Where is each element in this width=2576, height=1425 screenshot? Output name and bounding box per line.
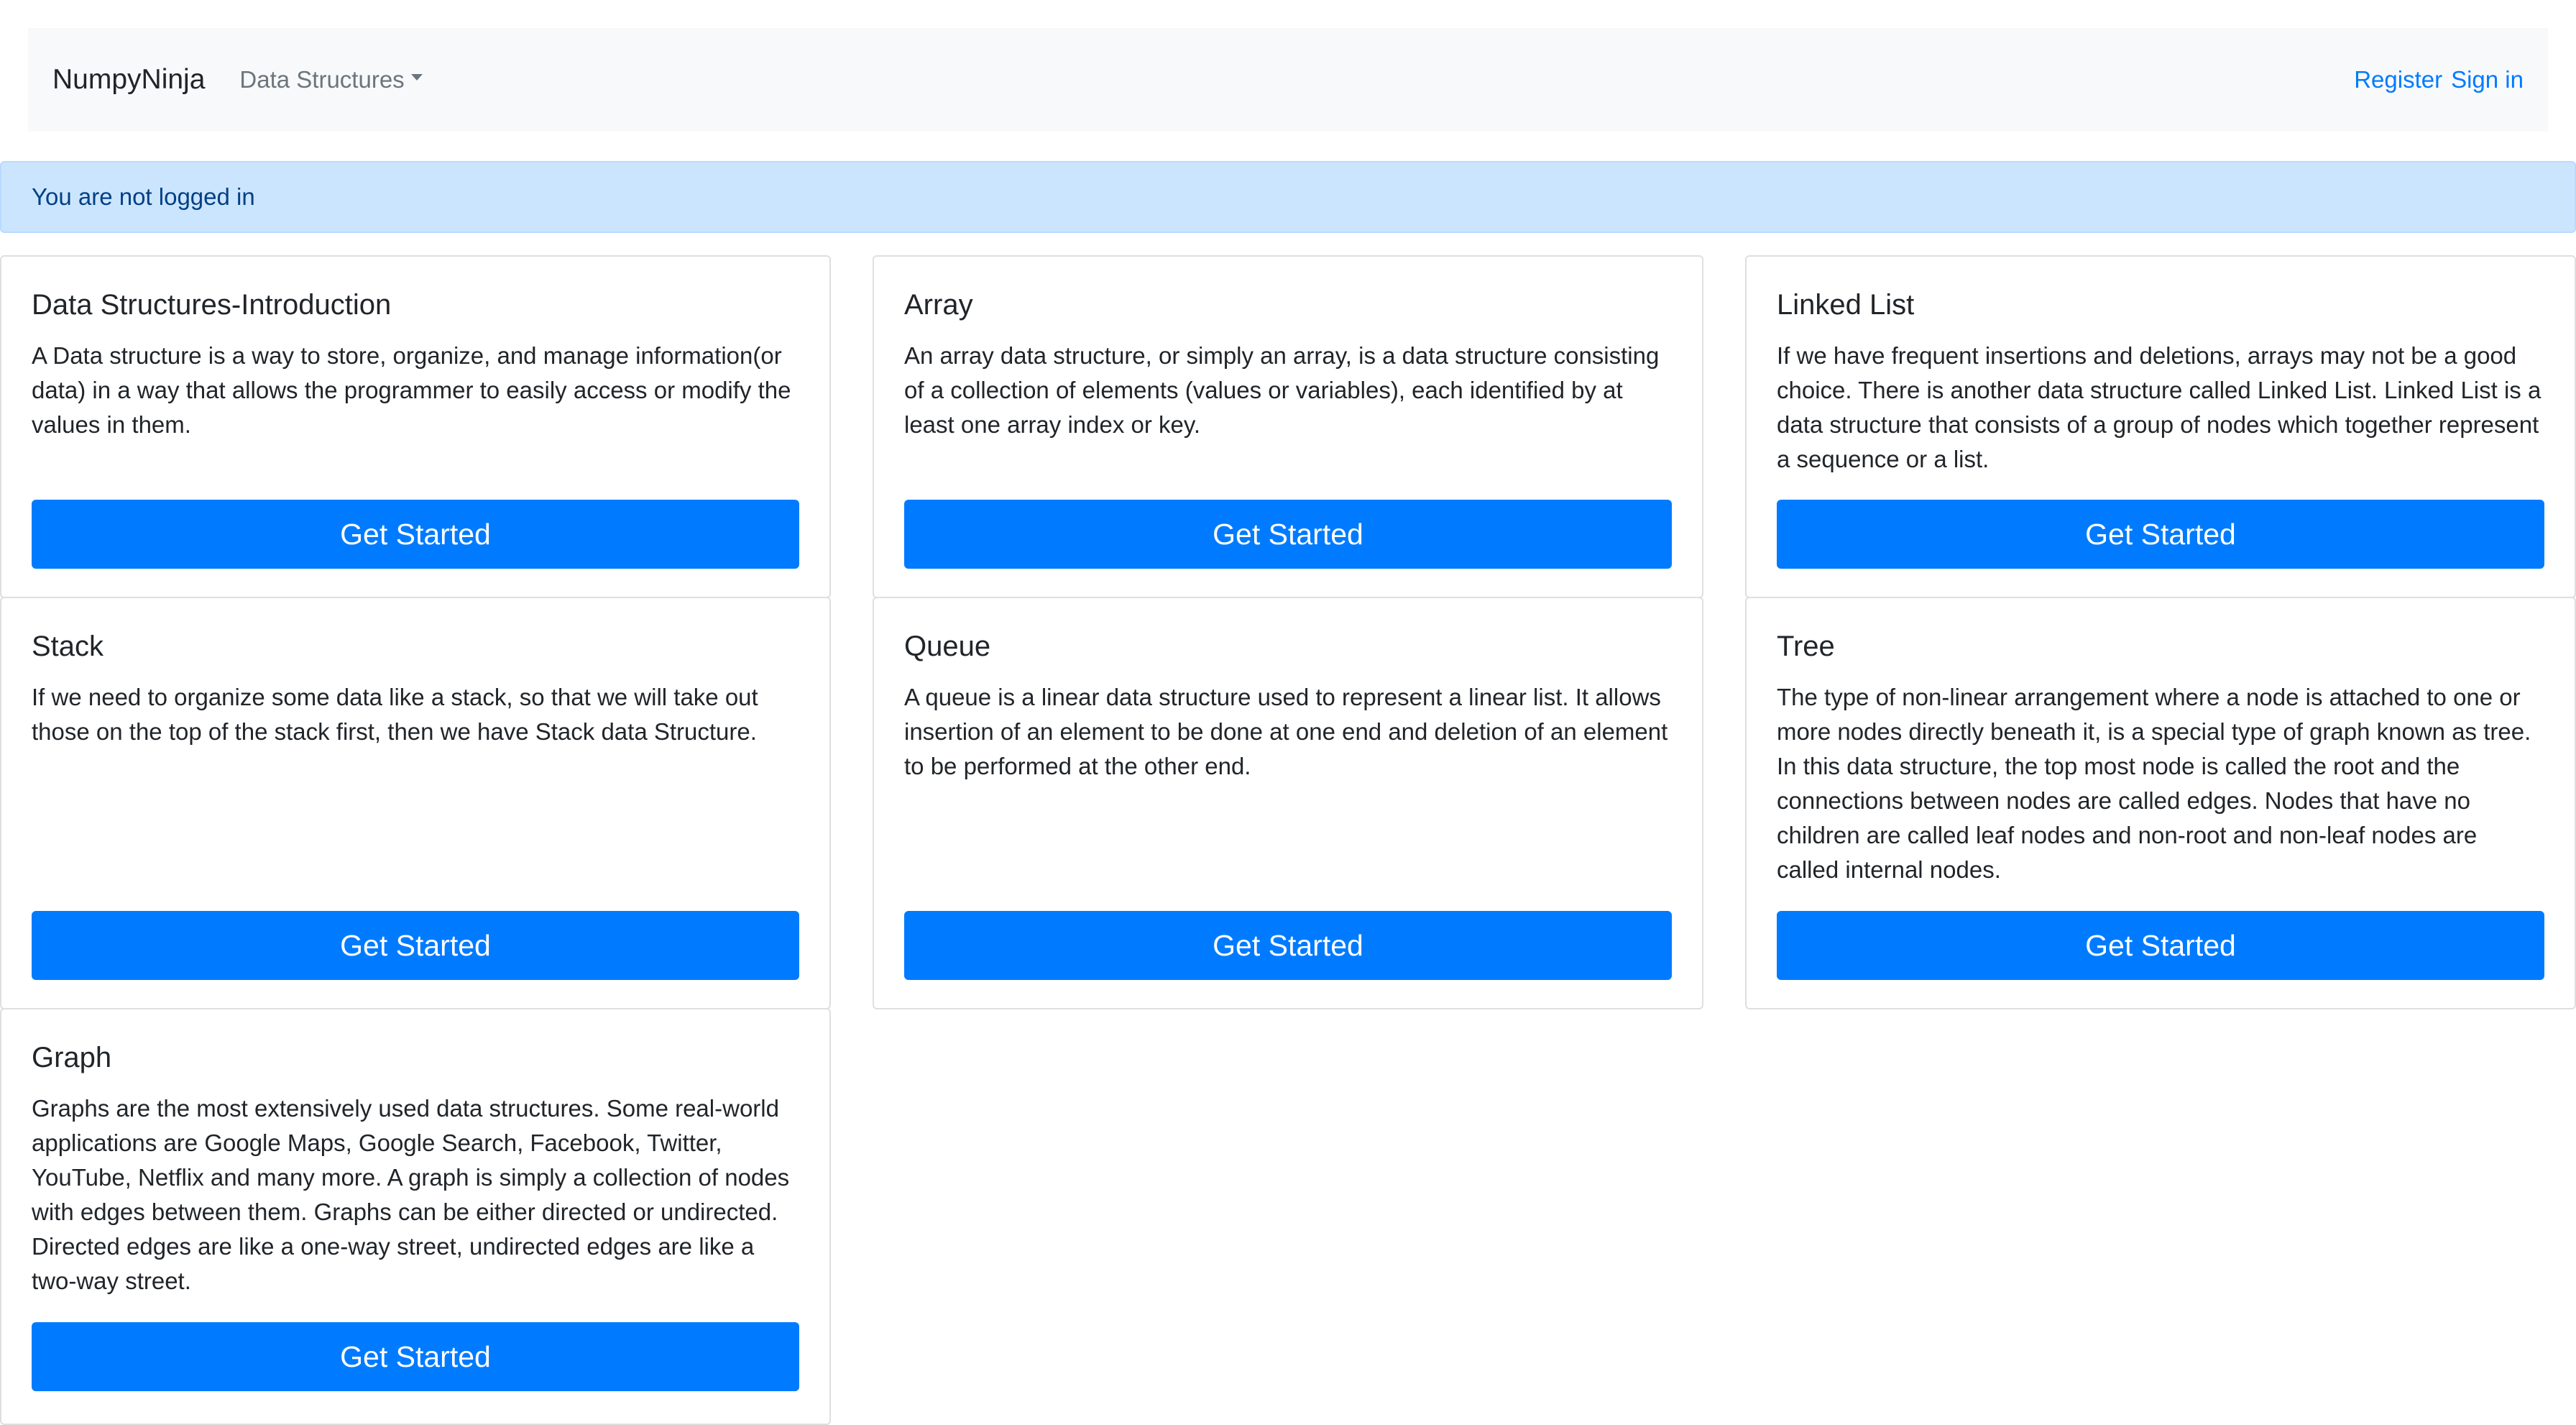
navbar: NumpyNinja Data Structures Register Sign… [28,28,2548,132]
card-linked-list: Linked List If we have frequent insertio… [1745,255,2576,598]
signin-link[interactable]: Sign in [2451,66,2524,93]
auth-links: Register Sign in [2354,66,2524,93]
card-tree: Tree The type of non-linear arrangement … [1745,597,2576,1009]
card-title: Tree [1777,631,1835,662]
alert-text: You are not logged in [32,183,255,210]
get-started-button[interactable]: Get Started [1777,500,2544,569]
get-started-button[interactable]: Get Started [32,500,799,569]
card-text: If we need to organize some data like a … [32,684,758,745]
get-started-button[interactable]: Get Started [904,911,1672,980]
register-link[interactable]: Register [2354,66,2442,93]
card-title: Array [904,289,973,321]
card-queue: Queue A queue is a linear data structure… [873,597,1703,1009]
card-text: An array data structure, or simply an ar… [904,342,1660,438]
card-graph: Graph Graphs are the most extensively us… [0,1008,831,1425]
card-text: The type of non-linear arrangement where… [1777,684,2531,883]
get-started-button[interactable]: Get Started [904,500,1672,569]
card-title: Graph [32,1042,112,1073]
card-text: A queue is a linear data structure used … [904,684,1668,779]
card-title: Data Structures-Introduction [32,289,392,321]
card-data-structures-introduction: Data Structures-Introduction A Data stru… [0,255,831,598]
card-title: Linked List [1777,289,1915,321]
card-stack: Stack If we need to organize some data l… [0,597,831,1009]
login-status-alert: You are not logged in [0,161,2576,233]
dropdown-label: Data Structures [239,66,405,93]
card-text: A Data structure is a way to store, orga… [32,342,791,438]
get-started-button[interactable]: Get Started [1777,911,2544,980]
card-text: If we have frequent insertions and delet… [1777,342,2542,472]
card-title: Stack [32,631,104,662]
card-text: Graphs are the most extensively used dat… [32,1095,790,1294]
card-array: Array An array data structure, or simply… [873,255,1703,598]
get-started-button[interactable]: Get Started [32,1322,799,1391]
brand-link[interactable]: NumpyNinja [52,64,205,96]
get-started-button[interactable]: Get Started [32,911,799,980]
data-structures-dropdown[interactable]: Data Structures [239,66,423,93]
caret-down-icon [410,73,423,81]
card-title: Queue [904,631,991,662]
